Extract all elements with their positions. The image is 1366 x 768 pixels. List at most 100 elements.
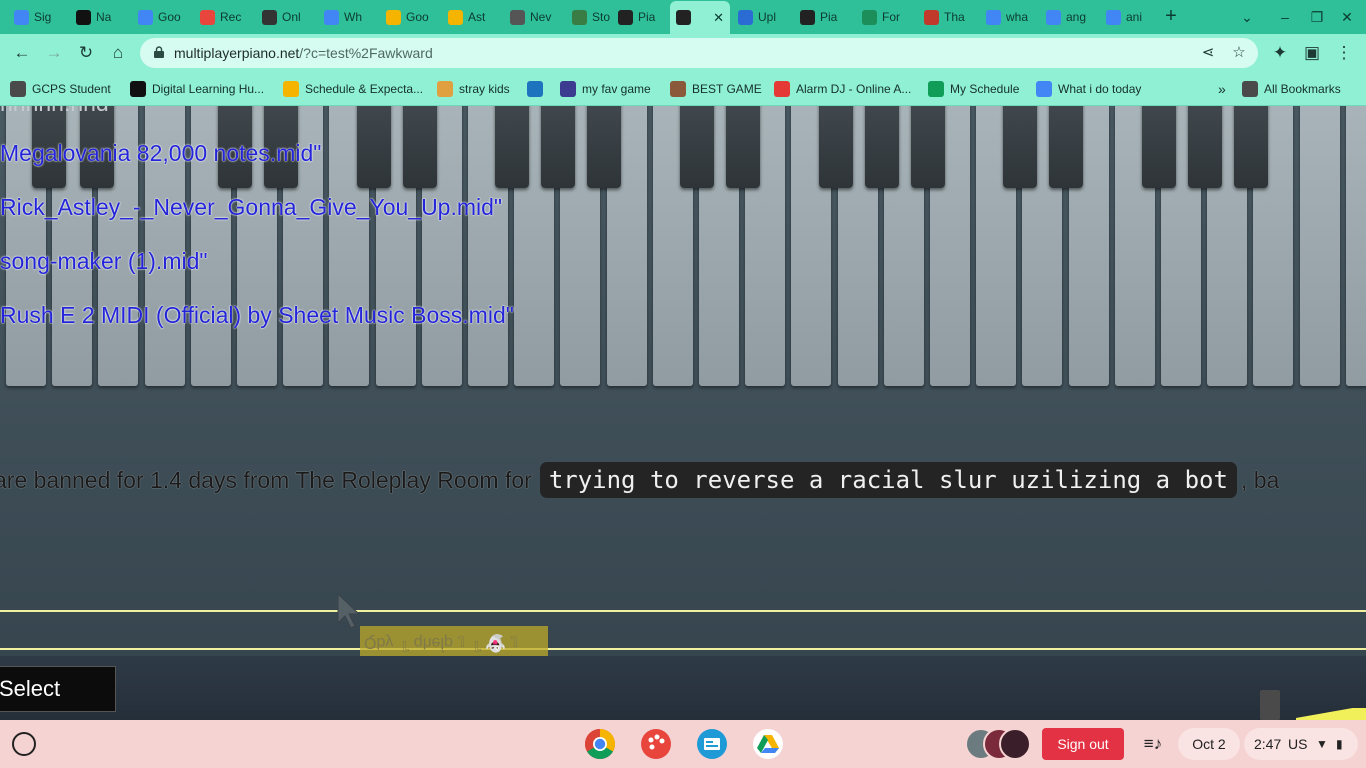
bookmarks-bar: What i do today My Schedule Alarm DJ - Onl… bbox=[0, 72, 1366, 106]
white-key[interactable] bbox=[1345, 106, 1366, 386]
black-key[interactable] bbox=[726, 106, 760, 188]
battery-icon: ▮ bbox=[1336, 737, 1343, 751]
browser-tab[interactable]: wha bbox=[980, 4, 1036, 30]
black-key[interactable] bbox=[1049, 106, 1083, 188]
alarm-icon bbox=[774, 81, 790, 97]
browser-tab[interactable]: Rec bbox=[194, 4, 250, 30]
menu-icon[interactable]: ⋮ bbox=[1332, 41, 1356, 65]
status-tray[interactable]: 2:47 US ▼ ▮ bbox=[1244, 728, 1358, 760]
browser-tab[interactable]: Tha bbox=[918, 4, 974, 30]
browser-tab[interactable]: Goo bbox=[132, 4, 188, 30]
home-icon[interactable]: ⌂ bbox=[106, 41, 130, 65]
tab-title: Na bbox=[96, 10, 112, 24]
media-controls-icon[interactable]: ≡♪ bbox=[1142, 732, 1164, 756]
piano-icon bbox=[800, 9, 815, 25]
browser-tab[interactable]: Onl bbox=[256, 4, 312, 30]
bookmark-item[interactable] bbox=[527, 80, 549, 98]
bookmark-star-icon[interactable]: ☆ bbox=[1229, 43, 1249, 63]
select-button[interactable]: Select bbox=[0, 666, 116, 712]
url-text[interactable]: multiplayerpiano.net/?c=test%2Fawkward bbox=[174, 45, 433, 61]
new-tab-icon[interactable]: + bbox=[1160, 6, 1182, 28]
sign-out-button[interactable]: Sign out bbox=[1042, 728, 1124, 760]
black-key[interactable] bbox=[357, 106, 391, 188]
tab-title: Goo bbox=[158, 10, 181, 24]
browser-tab[interactable]: ang bbox=[1040, 4, 1096, 30]
close-tab-icon[interactable]: ✕ bbox=[713, 10, 724, 26]
tab-search-icon[interactable]: ⌄ bbox=[1236, 6, 1258, 28]
bookmark-label: Alarm DJ - Online A... bbox=[796, 82, 912, 96]
google-docs-icon bbox=[1036, 81, 1052, 97]
browser-tab[interactable]: Nev bbox=[504, 4, 560, 30]
bookmark-item[interactable]: stray kids bbox=[437, 80, 510, 98]
launcher-icon[interactable] bbox=[12, 732, 36, 756]
tab-title: Onl bbox=[282, 10, 301, 24]
account-avatars[interactable] bbox=[965, 728, 1033, 760]
tab-title: Sig bbox=[34, 10, 52, 24]
browser-tab[interactable]: ✕ bbox=[670, 1, 730, 34]
black-key[interactable] bbox=[1003, 106, 1037, 188]
browser-tab[interactable]: Goo bbox=[380, 4, 436, 30]
chrome-icon[interactable] bbox=[584, 728, 616, 760]
black-key[interactable] bbox=[587, 106, 621, 188]
all-bookmarks-button[interactable]: All Bookmarks bbox=[1242, 80, 1341, 98]
black-key[interactable] bbox=[865, 106, 899, 188]
browser-tab[interactable]: Wh bbox=[318, 4, 374, 30]
site-info-icon[interactable] bbox=[154, 46, 164, 58]
bottom-controls-bar: Select bbox=[0, 656, 1366, 720]
browser-tab[interactable]: For bbox=[856, 4, 912, 30]
google-drive-icon[interactable] bbox=[752, 728, 784, 760]
black-key[interactable] bbox=[911, 106, 945, 188]
tab-title: Upl bbox=[758, 10, 777, 24]
reload-icon[interactable]: ↻ bbox=[74, 41, 98, 65]
browser-tab[interactable]: ani bbox=[1100, 4, 1156, 30]
clock-time: 2:47 bbox=[1254, 736, 1282, 752]
avatar[interactable] bbox=[999, 728, 1031, 760]
canvas-paint-icon[interactable] bbox=[640, 728, 672, 760]
address-bar[interactable]: multiplayerpiano.net/?c=test%2Fawkward ⋖… bbox=[140, 38, 1258, 68]
bookmark-item[interactable]: my fav game bbox=[560, 80, 651, 98]
bookmark-item[interactable]: Digital Learning Hu... bbox=[130, 80, 264, 98]
black-key[interactable] bbox=[680, 106, 714, 188]
white-key[interactable] bbox=[1299, 106, 1340, 386]
black-key[interactable] bbox=[495, 106, 529, 188]
pinterest-icon bbox=[437, 81, 453, 97]
black-key[interactable] bbox=[1188, 106, 1222, 188]
chat-midi-file: Megalovania 82,000 notes.mid" bbox=[0, 140, 322, 166]
volume-handle[interactable] bbox=[1260, 690, 1280, 720]
black-key[interactable] bbox=[1142, 106, 1176, 188]
restore-icon[interactable]: ❐ bbox=[1306, 6, 1328, 28]
browser-tab[interactable]: Pia bbox=[794, 4, 850, 30]
back-icon[interactable]: ← bbox=[10, 41, 34, 65]
side-panel-icon[interactable]: ▣ bbox=[1300, 41, 1324, 65]
close-window-icon[interactable]: ✕ bbox=[1336, 6, 1358, 28]
browser-tab[interactable]: Ast bbox=[442, 4, 498, 30]
bookmark-item[interactable]: GCPS Student bbox=[10, 80, 111, 98]
bookmark-item[interactable]: What i do today bbox=[1036, 80, 1141, 98]
share-icon[interactable]: ⋖ bbox=[1198, 43, 1218, 63]
d2l-icon bbox=[130, 81, 146, 97]
chat-line-partial: nnnnn.nnd bbox=[0, 106, 109, 117]
minimize-icon[interactable]: – bbox=[1274, 6, 1296, 28]
bookmark-label: GCPS Student bbox=[32, 82, 111, 96]
date-tray[interactable]: Oct 2 bbox=[1178, 728, 1240, 760]
black-key[interactable] bbox=[1234, 106, 1268, 188]
bookmark-item[interactable]: Schedule & Expecta... bbox=[283, 80, 423, 98]
forward-icon[interactable]: → bbox=[42, 41, 66, 65]
bookmark-item[interactable]: Alarm DJ - Online A... bbox=[774, 80, 911, 98]
black-key[interactable] bbox=[541, 106, 575, 188]
bookmarks-overflow-button[interactable]: » bbox=[1218, 80, 1226, 98]
black-key[interactable] bbox=[819, 106, 853, 188]
bookmark-item[interactable]: My Schedule bbox=[928, 80, 1019, 98]
browser-tab[interactable]: Upl bbox=[732, 4, 788, 30]
classroom-icon[interactable] bbox=[696, 728, 728, 760]
black-key[interactable] bbox=[403, 106, 437, 188]
extensions-icon[interactable]: ✦ bbox=[1268, 41, 1292, 65]
browser-tab[interactable]: Na bbox=[70, 4, 126, 30]
browser-tab[interactable]: Pia bbox=[612, 4, 668, 30]
url-host: multiplayerpiano.net bbox=[174, 45, 300, 61]
ban-notification: are banned for 1.4 days from The Rolepla… bbox=[0, 462, 1279, 498]
tab-title: For bbox=[882, 10, 900, 24]
bookmark-item[interactable]: BEST GAME bbox=[670, 80, 762, 98]
mouse-cursor-icon bbox=[337, 593, 361, 629]
browser-tab[interactable]: Sig bbox=[8, 4, 64, 30]
